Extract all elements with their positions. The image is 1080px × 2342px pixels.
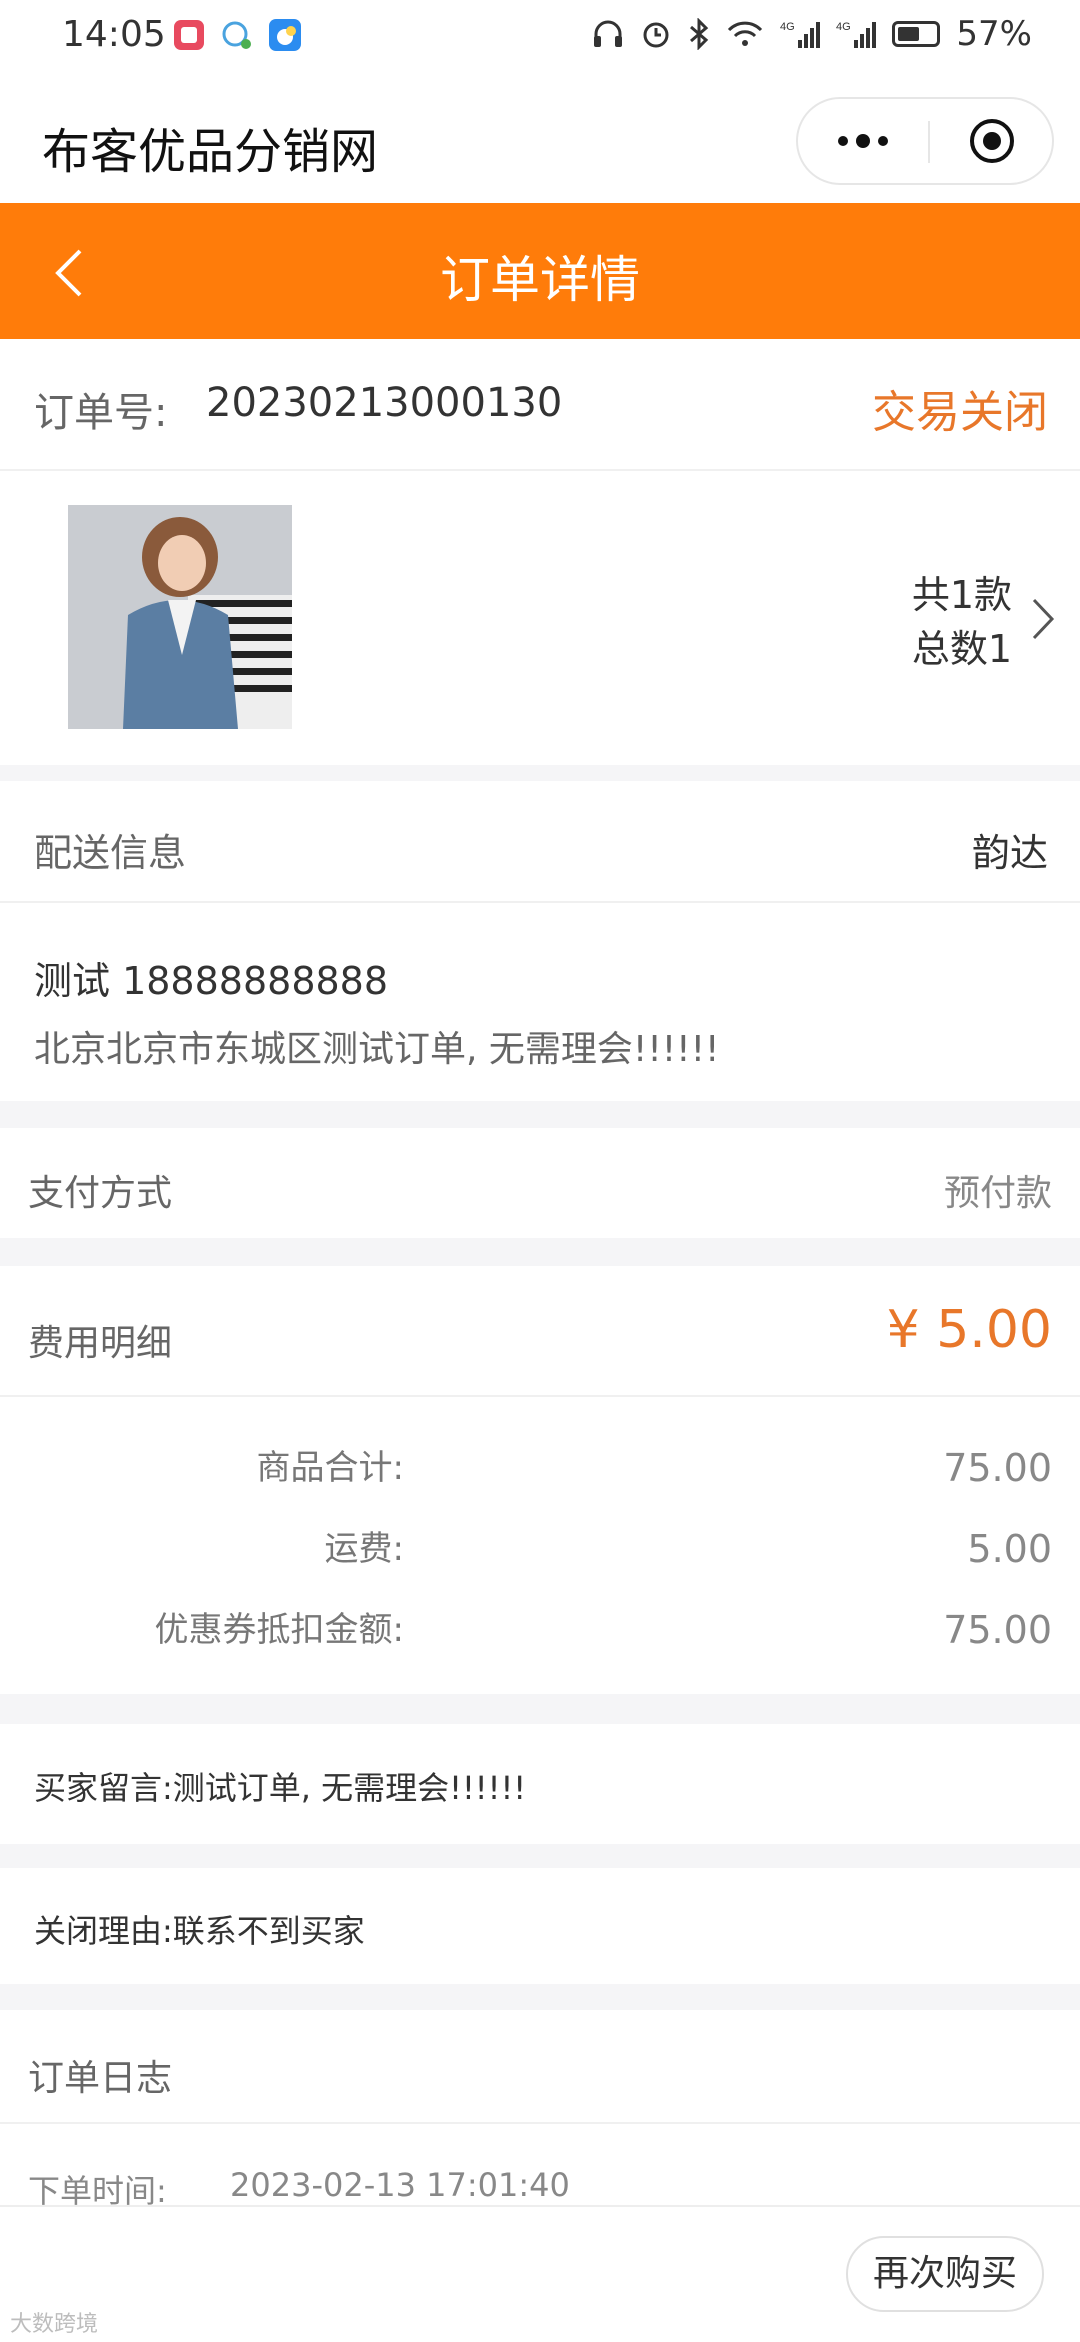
page-title: 订单详情 <box>440 251 640 309</box>
buyer-message: 买家留言:测试订单, 无需理会!!!!!! <box>34 1769 527 1807</box>
fee-row-value: 75.00 <box>943 1608 1052 1652</box>
battery-percent: 57% <box>956 14 1032 54</box>
battery-icon <box>892 21 941 47</box>
fees-label: 费用明细 <box>28 1323 173 1364</box>
payment-method: 预付款 <box>943 1173 1052 1214</box>
more-menu-button[interactable] <box>798 99 928 183</box>
fee-row-value: 5.00 <box>967 1527 1052 1571</box>
watermark: 大数跨境 <box>10 2312 99 2337</box>
dot-icon <box>838 136 848 146</box>
weather-icon <box>269 19 301 51</box>
goods-total: 总数1 <box>911 627 1012 671</box>
payment-label: 支付方式 <box>28 1173 173 1214</box>
svg-text:4G: 4G <box>780 21 795 33</box>
fee-row-value: 75.00 <box>943 1446 1052 1490</box>
alarm-icon <box>643 22 669 48</box>
bluetooth-icon <box>690 18 709 50</box>
divider <box>0 901 1080 903</box>
order-number-label: 订单号: <box>34 390 168 436</box>
delivery-carrier: 韵达 <box>971 831 1048 875</box>
divider <box>0 2122 1080 2124</box>
order-time: 2023-02-13 17:01:40 <box>230 2166 570 2204</box>
chat-bubble-icon <box>222 21 251 49</box>
order-status-badge: 交易关闭 <box>872 387 1048 438</box>
recipient-address: 北京北京市东城区测试订单, 无需理会!!!!!! <box>34 1029 720 1070</box>
close-miniapp-button[interactable] <box>968 117 1016 165</box>
fee-row-label: 运费: <box>324 1529 404 1569</box>
goods-summary: 共1款 总数1 <box>912 568 1012 676</box>
order-log-label: 订单日志 <box>28 2058 173 2099</box>
battery-level <box>898 27 920 41</box>
product-thumbnail[interactable] <box>68 505 292 729</box>
signal-4g-icon: 4G <box>780 21 821 48</box>
order-number: 20230213000130 <box>206 380 563 426</box>
chevron-right-icon <box>1032 598 1055 640</box>
capsule-divider <box>928 121 930 163</box>
status-notification-icons <box>172 18 302 52</box>
status-system-icons: 4G 4G 57% <box>592 14 1032 54</box>
app-title: 布客优品分销网 <box>42 124 379 180</box>
status-time: 14:05 <box>62 14 166 55</box>
miniapp-capsule <box>796 97 1054 185</box>
fee-row-label: 商品合计: <box>256 1448 404 1488</box>
dot-icon <box>878 136 888 146</box>
wifi-icon <box>728 21 763 46</box>
close-reason: 关闭理由:联系不到买家 <box>34 1912 365 1950</box>
divider <box>0 1395 1080 1397</box>
buy-again-button[interactable]: 再次购买 <box>846 2236 1044 2312</box>
delivery-label: 配送信息 <box>34 831 187 875</box>
goods-kinds: 共1款 <box>911 573 1012 617</box>
headphones-icon <box>594 20 623 47</box>
fees-total: ¥ 5.00 <box>886 1300 1052 1360</box>
svg-text:4G: 4G <box>836 21 851 33</box>
fee-row-label: 优惠券抵扣金额: <box>154 1610 404 1650</box>
app-notification-icon <box>174 20 204 50</box>
signal-4g-icon-2: 4G <box>836 21 877 48</box>
dot-icon <box>856 134 870 148</box>
recipient-name-phone: 测试 18888888888 <box>34 959 389 1003</box>
